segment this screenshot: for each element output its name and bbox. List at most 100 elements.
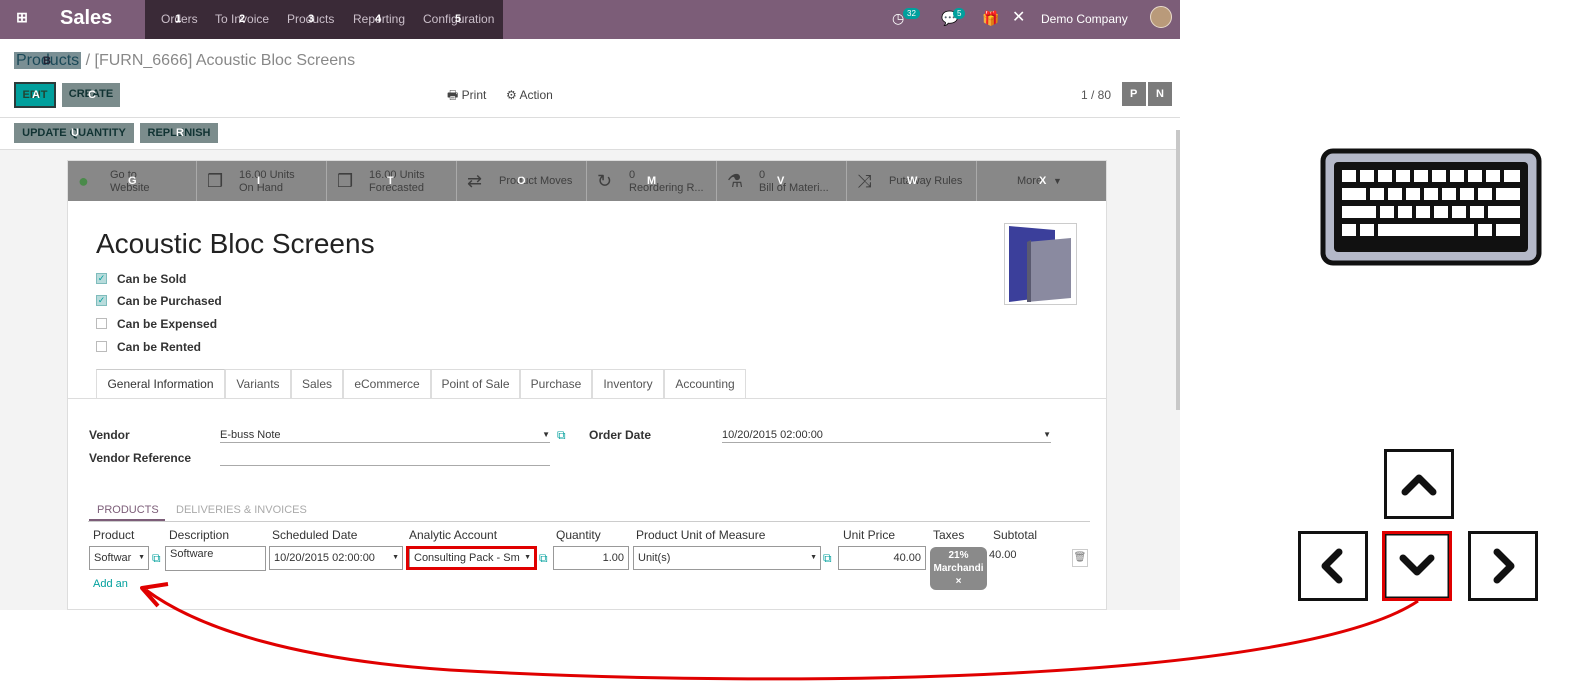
messages-chat-icon[interactable]: 💬 5	[941, 8, 966, 27]
shortcut-hint: B	[43, 55, 51, 67]
product-name[interactable]: Acoustic Bloc Screens	[96, 228, 375, 260]
line-unit-price-field[interactable]: 40.00	[838, 546, 926, 570]
tab-products[interactable]: PRODUCTS	[97, 503, 159, 517]
can-be-expensed-checkbox[interactable]	[96, 318, 107, 329]
chevron-down-icon	[1385, 534, 1449, 598]
trash-icon[interactable]: 🗑	[1072, 549, 1088, 567]
breadcrumb-current: [FURN_6666] Acoustic Bloc Screens	[94, 52, 356, 69]
tab-point-of-sale[interactable]: Point of Sale	[431, 369, 520, 399]
vendor-reference-field[interactable]	[220, 451, 550, 466]
tab-inventory[interactable]: Inventory	[592, 369, 664, 399]
smart-button-product-moves[interactable]: ⇄ Product Moves O	[457, 161, 587, 201]
menu-orders[interactable]: Orders 1	[161, 11, 198, 27]
tab-divider	[68, 398, 1106, 399]
chevron-down-icon: ▼	[138, 554, 145, 561]
exchange-icon: ⇄	[467, 171, 483, 191]
user-avatar[interactable]	[1150, 6, 1172, 28]
external-link-icon[interactable]: ⧉	[823, 551, 832, 565]
chevron-down-icon: ▼	[1043, 430, 1051, 439]
gear-icon: ⚙	[506, 88, 520, 102]
external-link-icon[interactable]: ⧉	[557, 428, 566, 442]
tab-deliveries-invoices[interactable]: DELIVERIES & INVOICES	[176, 503, 307, 517]
product-image[interactable]	[1004, 223, 1077, 305]
column-header-subtotal[interactable]: Subtotal	[993, 528, 1037, 542]
pager-next-button[interactable]: N	[1148, 82, 1172, 106]
smart-button-bill-of-materials[interactable]: ⚗ 0 Bill of Materi... V	[717, 161, 847, 201]
vendor-label: Vendor	[89, 428, 130, 442]
cubes-icon: ❒	[337, 171, 354, 191]
printer-icon: 🖶	[447, 88, 462, 102]
arrow-right-key	[1468, 531, 1538, 601]
smart-button-forecasted[interactable]: ❒ 16.00 Units Forecasted T	[327, 161, 457, 201]
smart-button-reordering-rules[interactable]: ↻ 0 Reordering R... M	[587, 161, 717, 201]
order-date-label: Order Date	[589, 428, 652, 442]
line-description-field[interactable]: Software	[165, 546, 266, 571]
shortcut-hint: O	[517, 175, 526, 187]
company-switcher[interactable]: Demo Company	[1041, 11, 1128, 27]
shortcut-hint: G	[128, 175, 137, 187]
smart-button-putaway-rules[interactable]: ⤨ Putaway Rules W	[847, 161, 977, 201]
tab-sales[interactable]: Sales	[291, 369, 343, 399]
remove-tag-icon[interactable]: ×	[930, 575, 987, 588]
debug-tools-icon[interactable]: ✕	[1012, 9, 1025, 27]
menu-configuration[interactable]: Configuration 5	[423, 11, 494, 27]
vendor-reference-label: Vendor Reference	[89, 451, 192, 465]
pager-value[interactable]: 1 / 80	[1081, 87, 1111, 103]
activity-clock-icon[interactable]: ◷ 32	[892, 8, 920, 27]
refresh-icon: ↻	[597, 171, 613, 191]
can-be-rented-label: Can be Rented	[117, 340, 202, 354]
chevron-down-icon: ▼	[810, 554, 817, 561]
column-header-description[interactable]: Description	[169, 528, 229, 542]
print-dropdown[interactable]: 🖶 Print	[447, 87, 486, 103]
column-header-taxes[interactable]: Taxes	[933, 528, 964, 542]
globe-icon: ●	[78, 171, 89, 191]
arrow-down-key	[1382, 531, 1452, 601]
column-header-product[interactable]: Product	[93, 528, 134, 542]
can-be-sold-checkbox[interactable]: ✓	[96, 273, 107, 284]
apps-grid-icon[interactable]: ⊞	[14, 9, 30, 25]
shortcut-hint: M	[647, 175, 657, 187]
pager-previous-button[interactable]: P	[1122, 82, 1146, 106]
subtab-divider	[88, 521, 1090, 522]
chevron-down-icon: ▼	[542, 430, 550, 439]
line-quantity-field[interactable]: 1.00	[553, 546, 629, 570]
scrollbar[interactable]	[1176, 130, 1180, 410]
smart-button-website[interactable]: ● Go to Website G	[68, 161, 197, 201]
line-uom-field[interactable]: Unit(s) ▼	[633, 546, 821, 570]
tab-general-information[interactable]: General Information	[96, 369, 225, 399]
vendor-field[interactable]: E-buss Note ▼	[220, 428, 550, 443]
smart-button-more[interactable]: More ▼ X	[977, 161, 1106, 201]
column-header-unit-price[interactable]: Unit Price	[843, 528, 895, 542]
shortcut-hint: U	[71, 127, 79, 139]
app-title[interactable]: Sales	[60, 5, 112, 31]
order-date-field[interactable]: 10/20/2015 02:00:00 ▼	[722, 428, 1051, 443]
tab-ecommerce[interactable]: eCommerce	[343, 369, 431, 399]
tab-purchase[interactable]: Purchase	[520, 369, 592, 399]
tab-accounting[interactable]: Accounting	[664, 369, 746, 399]
column-header-scheduled-date[interactable]: Scheduled Date	[272, 528, 357, 542]
column-header-analytic-account[interactable]: Analytic Account	[409, 528, 497, 542]
can-be-purchased-checkbox[interactable]: ✓	[96, 295, 107, 306]
shortcut-hint: W	[907, 175, 918, 187]
line-product-field[interactable]: Softwar ▼	[89, 546, 149, 570]
tab-variants[interactable]: Variants	[225, 369, 291, 399]
external-link-icon[interactable]: ⧉	[152, 551, 161, 565]
tax-tag[interactable]: 21% Marchandi ×	[930, 547, 987, 590]
line-scheduled-date-field[interactable]: 10/20/2015 02:00:00 ▼	[269, 546, 403, 570]
menu-to-invoice[interactable]: To Invoice 2	[215, 11, 269, 27]
activity-badge: 32	[903, 8, 920, 19]
shortcut-hint: 4	[375, 13, 382, 25]
add-line-link[interactable]: Add an	[93, 577, 128, 591]
action-dropdown[interactable]: ⚙ Action	[506, 87, 553, 103]
gift-icon[interactable]: 🎁	[982, 9, 999, 27]
can-be-rented-checkbox[interactable]	[96, 341, 107, 352]
smart-button-on-hand[interactable]: ❒ 16.00 Units On Hand I	[197, 161, 327, 201]
external-link-icon[interactable]: ⧉	[539, 551, 548, 565]
breadcrumb: Products / [FURN_6666] Acoustic Bloc Scr…	[14, 51, 355, 71]
menu-products[interactable]: Products 3	[287, 11, 334, 27]
can-be-expensed-label: Can be Expensed	[117, 317, 218, 331]
column-header-quantity[interactable]: Quantity	[556, 528, 601, 542]
column-header-uom[interactable]: Product Unit of Measure	[636, 528, 765, 542]
menu-reporting[interactable]: Reporting 4	[353, 11, 405, 27]
divider	[0, 117, 1180, 118]
